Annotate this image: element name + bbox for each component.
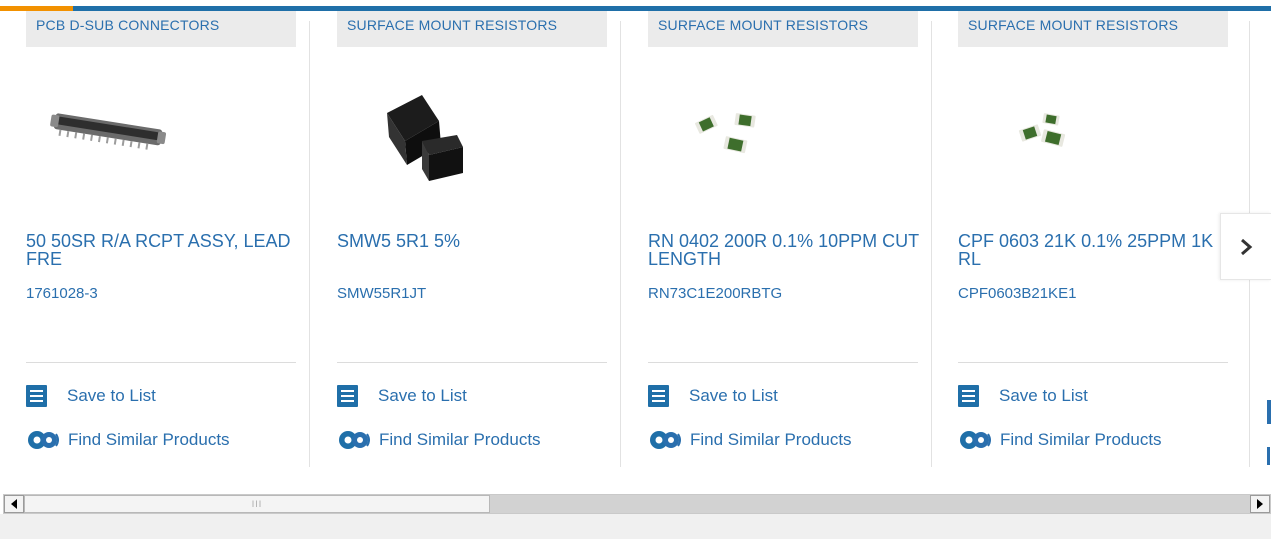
gears-icon bbox=[339, 431, 370, 449]
product-card: SURFACE MOUNT RESISTORS RN 0402 200R 0.1… bbox=[622, 11, 932, 468]
part-number-link[interactable]: RN73C1E200RBTG bbox=[648, 285, 782, 302]
product-title-link[interactable]: SMW5 5R1 5% bbox=[337, 232, 612, 250]
product-category[interactable]: SURFACE MOUNT RESISTORS bbox=[958, 11, 1228, 47]
chevron-right-icon bbox=[1241, 238, 1253, 255]
gears-icon bbox=[28, 431, 59, 449]
product-carousel: PCB D-SUB CONNECTORS 50 50SR R/A RCPT AS… bbox=[0, 11, 1271, 479]
find-similar-products-button[interactable]: Find Similar Products bbox=[958, 429, 1162, 451]
page-footer-band bbox=[0, 514, 1271, 539]
card-separator bbox=[620, 21, 621, 467]
product-title-link[interactable]: 50 50SR R/A RCPT ASSY, LEAD FRE bbox=[26, 232, 301, 268]
scroll-thumb[interactable]: III bbox=[24, 495, 490, 513]
save-to-list-label: Save to List bbox=[999, 386, 1088, 405]
scroll-grip: III bbox=[251, 499, 263, 509]
card-separator bbox=[309, 21, 310, 467]
product-category[interactable]: SURFACE MOUNT RESISTORS bbox=[648, 11, 918, 47]
checklist-icon bbox=[337, 385, 358, 407]
find-similar-label: Find Similar Products bbox=[379, 430, 541, 449]
arrow-left-icon bbox=[11, 499, 17, 509]
find-similar-label: Find Similar Products bbox=[1000, 430, 1162, 449]
chip-resistor-image[interactable] bbox=[958, 63, 1228, 193]
card-divider bbox=[337, 362, 607, 363]
find-similar-products-button[interactable]: Find Similar Products bbox=[26, 429, 230, 451]
find-similar-products-button[interactable]: Find Similar Products bbox=[337, 429, 541, 451]
scroll-track[interactable]: III bbox=[24, 495, 1250, 513]
part-number-link[interactable]: SMW55R1JT bbox=[337, 285, 426, 302]
find-similar-label: Find Similar Products bbox=[68, 430, 230, 449]
horizontal-scrollbar[interactable]: III bbox=[3, 494, 1271, 514]
save-to-list-label: Save to List bbox=[378, 386, 467, 405]
save-to-list-button[interactable]: Save to List bbox=[337, 385, 467, 407]
part-number-link[interactable]: 1761028-3 bbox=[26, 285, 98, 302]
save-to-list-button[interactable]: Save to List bbox=[648, 385, 778, 407]
product-category[interactable]: PCB D-SUB CONNECTORS bbox=[26, 11, 296, 47]
product-title-link[interactable]: RN 0402 200R 0.1% 10PPM CUT LENGTH bbox=[648, 232, 923, 268]
find-similar-products-button[interactable]: Find Similar Products bbox=[648, 429, 852, 451]
arrow-right-icon bbox=[1257, 499, 1263, 509]
peek-list-icon bbox=[1267, 400, 1271, 424]
gears-icon bbox=[650, 431, 681, 449]
save-to-list-label: Save to List bbox=[67, 386, 156, 405]
card-divider bbox=[26, 362, 296, 363]
card-divider bbox=[648, 362, 918, 363]
power-resistor-image[interactable] bbox=[337, 63, 607, 193]
product-card: SURFACE MOUNT RESISTORS SMW5 5R1 5% SMW5… bbox=[311, 11, 621, 468]
save-to-list-label: Save to List bbox=[689, 386, 778, 405]
save-to-list-button[interactable]: Save to List bbox=[958, 385, 1088, 407]
product-card: SURFACE MOUNT RESISTORS CPF 0603 21K 0.1… bbox=[932, 11, 1242, 468]
save-to-list-button[interactable]: Save to List bbox=[26, 385, 156, 407]
carousel-next-button[interactable] bbox=[1220, 213, 1271, 280]
checklist-icon bbox=[648, 385, 669, 407]
chip-resistor-image[interactable] bbox=[648, 63, 918, 193]
connector-image[interactable] bbox=[26, 63, 296, 193]
product-title-link[interactable]: CPF 0603 21K 0.1% 25PPM 1K RL bbox=[958, 232, 1233, 268]
checklist-icon bbox=[958, 385, 979, 407]
card-divider bbox=[958, 362, 1228, 363]
peek-gears-icon bbox=[1267, 447, 1270, 465]
find-similar-label: Find Similar Products bbox=[690, 430, 852, 449]
scroll-left-button[interactable] bbox=[4, 495, 24, 513]
gears-icon bbox=[960, 431, 991, 449]
checklist-icon bbox=[26, 385, 47, 407]
product-category[interactable]: SURFACE MOUNT RESISTORS bbox=[337, 11, 607, 47]
part-number-link[interactable]: CPF0603B21KE1 bbox=[958, 285, 1076, 302]
product-card: PCB D-SUB CONNECTORS 50 50SR R/A RCPT AS… bbox=[0, 11, 310, 468]
scroll-right-button[interactable] bbox=[1250, 495, 1270, 513]
